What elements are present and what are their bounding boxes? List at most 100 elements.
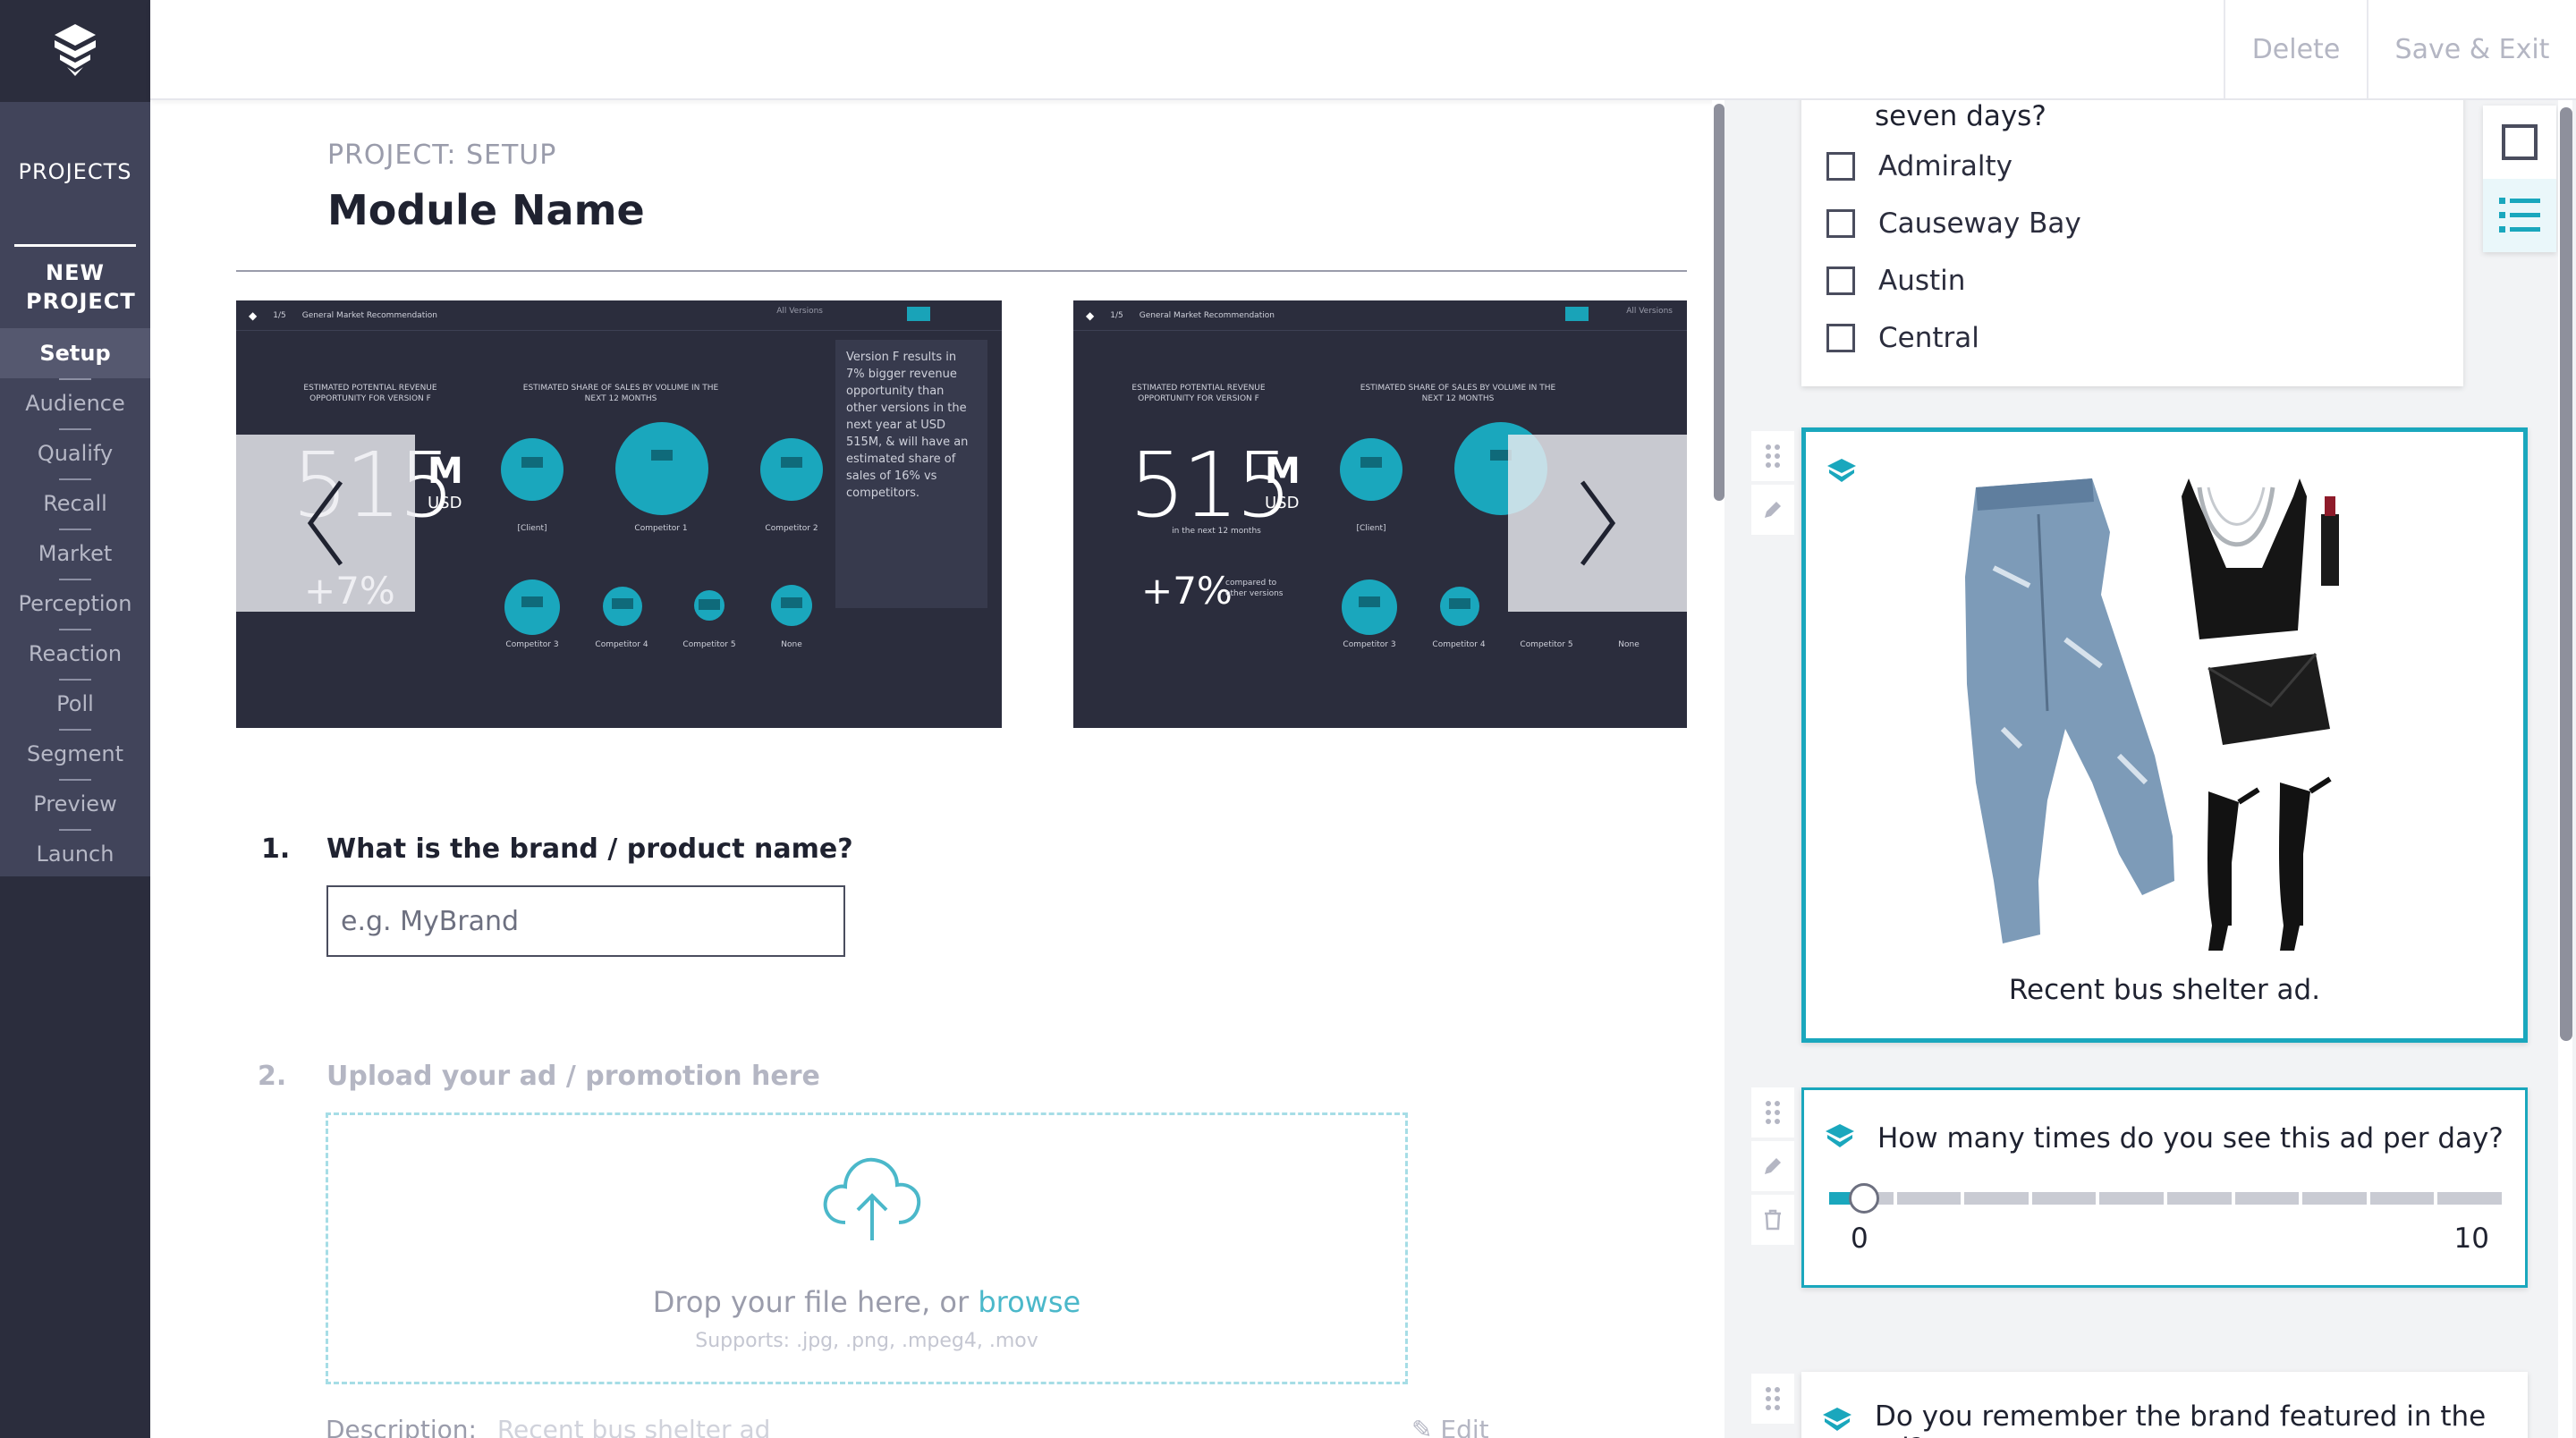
slide-delta: +7% <box>1141 569 1233 613</box>
card-actions <box>1751 1374 1794 1427</box>
carousel-prev-button[interactable] <box>236 435 415 612</box>
slide-topbar: ◆ 1/5 General Market Recommendation <box>236 300 1002 331</box>
app-logo[interactable] <box>0 0 150 100</box>
question-1-number: 1. <box>261 833 291 865</box>
drag-handle[interactable] <box>1751 1087 1794 1138</box>
browse-link[interactable]: browse <box>978 1285 1080 1319</box>
slide-note: Version F results in 7% bigger revenue o… <box>846 351 969 500</box>
carousel-next-button[interactable] <box>1508 435 1687 612</box>
step-launch[interactable]: Launch <box>0 829 150 879</box>
step-list: Setup Audience Qualify Recall Market Per… <box>0 328 150 879</box>
slider-segment[interactable] <box>2302 1192 2367 1205</box>
bubble-label: Competitor 3 <box>1343 640 1396 649</box>
checkbox[interactable] <box>1826 209 1855 238</box>
bubble-label: Competitor 2 <box>765 524 818 533</box>
edit-button[interactable] <box>1751 1141 1794 1191</box>
checkbox-tool-icon <box>2502 124 2538 160</box>
bee-icon <box>1823 1408 1852 1431</box>
question-card-slider[interactable]: How many times do you see this ad per da… <box>1801 1087 2528 1288</box>
drag-handle-icon <box>1766 444 1780 468</box>
description-value[interactable]: Recent bus shelter ad <box>497 1415 771 1438</box>
bubble-none <box>771 585 812 626</box>
trash-icon <box>1765 1209 1781 1231</box>
checkbox[interactable] <box>1826 152 1855 181</box>
title-divider <box>236 270 1687 272</box>
step-market[interactable]: Market <box>0 529 150 580</box>
nav-new-project-label[interactable]: NEW PROJECT <box>0 258 150 316</box>
question-text: seven days? <box>1875 100 2046 132</box>
step-reaction[interactable]: Reaction <box>0 629 150 681</box>
delete-button[interactable]: Delete <box>2224 0 2367 98</box>
checkbox[interactable] <box>1826 324 1855 352</box>
edit-icon: ✎ <box>1411 1415 1433 1438</box>
option-item[interactable]: Central <box>1826 322 1979 354</box>
list-tool[interactable] <box>2483 179 2556 252</box>
description-edit-link[interactable]: ✎ Edit <box>1411 1415 1489 1438</box>
slide-currency: USD <box>428 494 462 512</box>
question-type-toolbox <box>2483 106 2556 252</box>
save-exit-button[interactable]: Save & Exit <box>2367 0 2576 98</box>
bubble-competitor-3 <box>1342 579 1397 635</box>
rating-slider[interactable] <box>1829 1183 2502 1214</box>
question-card-recall[interactable]: Do you remember the brand featured in th… <box>1801 1372 2528 1438</box>
question-2-number: 2. <box>258 1061 287 1092</box>
checkbox-tool[interactable] <box>2483 106 2556 179</box>
file-dropzone[interactable]: Drop your file here, or browse Supports:… <box>326 1112 1408 1384</box>
question-card-checkbox[interactable]: seven days? Admiralty Causeway Bay Austi… <box>1801 100 2463 386</box>
step-label: Audience <box>25 391 125 416</box>
option-item[interactable]: Causeway Bay <box>1826 207 2081 240</box>
top-bar: Delete Save & Exit <box>150 0 2576 100</box>
step-recall[interactable]: Recall <box>0 478 150 530</box>
panel-scrollbar[interactable] <box>2558 100 2572 1438</box>
slide-version-badge <box>1565 307 1589 321</box>
step-label: Reaction <box>28 641 123 666</box>
question-card-image[interactable]: Recent bus shelter ad. <box>1801 427 2528 1043</box>
slider-segment[interactable] <box>1964 1192 2029 1205</box>
option-item[interactable]: Austin <box>1826 265 1965 297</box>
slider-segment[interactable] <box>2234 1192 2300 1205</box>
sidebar: PROJECTS NEW PROJECT Setup Audience Qual… <box>0 0 150 1438</box>
edit-button[interactable] <box>1751 485 1794 535</box>
drag-handle[interactable] <box>1751 431 1794 481</box>
bubble-label: Competitor 5 <box>1520 640 1573 649</box>
step-preview[interactable]: Preview <box>0 779 150 831</box>
slide-delta-caption: compared to other versions <box>1225 579 1284 598</box>
slider-segment[interactable] <box>2167 1192 2232 1205</box>
step-label: Qualify <box>37 441 114 466</box>
slide-note-panel: Version F results in 7% bigger revenue o… <box>835 340 987 608</box>
step-perception[interactable]: Perception <box>0 579 150 630</box>
option-item[interactable]: Admiralty <box>1826 150 2012 182</box>
slider-segment[interactable] <box>2369 1192 2435 1205</box>
question-1-text: What is the brand / product name? <box>326 833 853 865</box>
chevron-left-icon <box>307 480 343 566</box>
step-poll[interactable]: Poll <box>0 679 150 731</box>
edit-label: Edit <box>1440 1415 1489 1438</box>
question-text: Do you remember the brand featured in th… <box>1875 1400 2487 1438</box>
slider-knob[interactable] <box>1849 1183 1879 1214</box>
main-scrollbar-thumb[interactable] <box>1714 104 1724 501</box>
slide-revenue-caption: ESTIMATED POTENTIAL REVENUE OPPORTUNITY … <box>1131 384 1266 403</box>
description-row: Description: Recent bus shelter ad <box>326 1415 770 1438</box>
nav-projects[interactable]: PROJECTS <box>0 102 150 241</box>
panel-scrollbar-thumb[interactable] <box>2560 107 2572 1041</box>
delete-card-button[interactable] <box>1751 1195 1794 1245</box>
slide-version-badge <box>907 307 930 321</box>
step-segment[interactable]: Segment <box>0 729 150 781</box>
main-scrollbar[interactable] <box>1712 100 1724 1438</box>
description-label: Description: <box>326 1415 477 1438</box>
page-title: Module Name <box>327 186 645 234</box>
bubble-label: Competitor 4 <box>1432 640 1486 649</box>
slider-segment[interactable] <box>1896 1192 1962 1205</box>
drag-handle-icon <box>1766 1101 1780 1124</box>
step-setup[interactable]: Setup <box>0 328 150 380</box>
step-audience[interactable]: Audience <box>0 378 150 430</box>
slider-segment[interactable] <box>2099 1192 2164 1205</box>
slider-segment[interactable] <box>2437 1192 2502 1205</box>
slider-segment[interactable] <box>2031 1192 2097 1205</box>
checkbox[interactable] <box>1826 266 1855 295</box>
drag-handle[interactable] <box>1751 1374 1794 1424</box>
step-qualify[interactable]: Qualify <box>0 428 150 480</box>
brand-name-input[interactable] <box>326 885 845 957</box>
card-actions <box>1751 431 1794 538</box>
step-label: Recall <box>43 491 107 516</box>
